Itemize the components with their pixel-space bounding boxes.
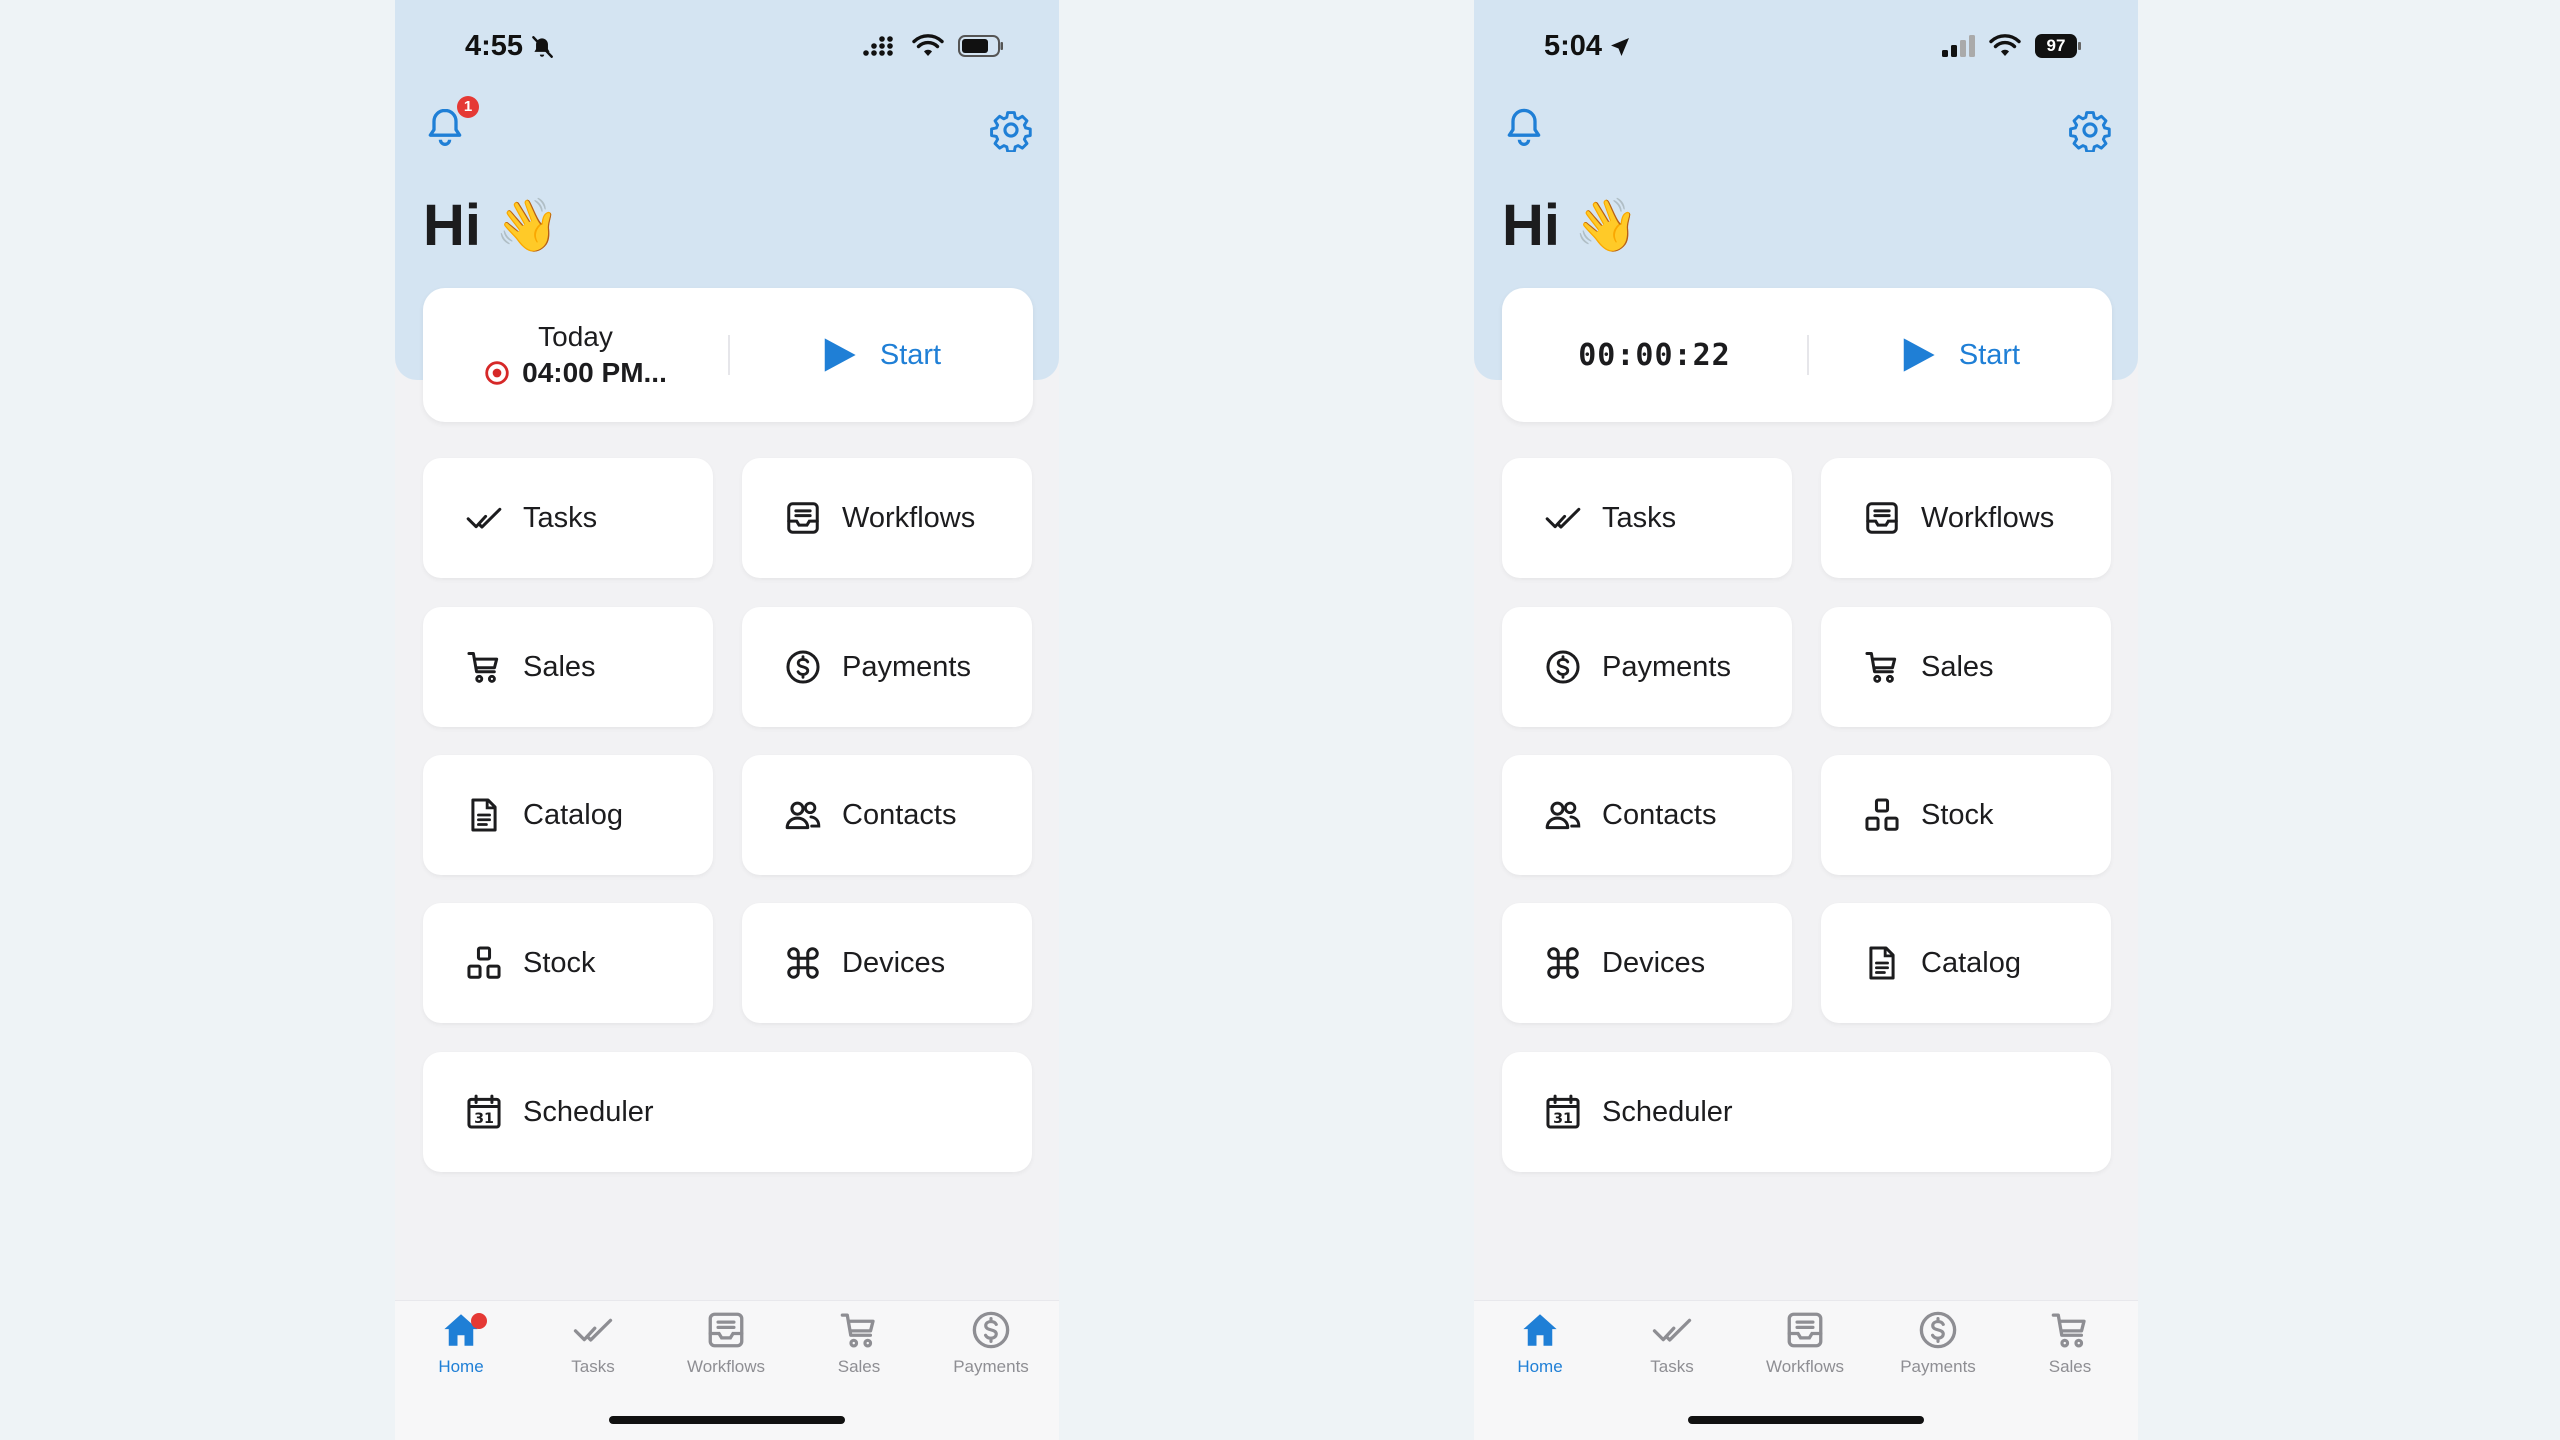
tile-scheduler[interactable]: Scheduler xyxy=(423,1052,1032,1172)
dollar-icon xyxy=(784,648,822,686)
wifi-icon xyxy=(1989,34,2021,56)
cellular-signal-icon xyxy=(863,36,893,56)
silent-bell-icon xyxy=(532,35,553,58)
settings-button[interactable] xyxy=(2068,108,2112,152)
notifications-button[interactable]: 1 xyxy=(423,96,479,150)
inbox-icon xyxy=(1863,499,1901,537)
battery-percentage: 97 xyxy=(2046,36,2066,55)
tile-catalog[interactable]: Catalog xyxy=(1821,903,2111,1023)
home-alert-dot xyxy=(471,1313,487,1329)
document-icon xyxy=(465,796,503,834)
command-icon xyxy=(784,944,822,982)
today-label: Today xyxy=(538,321,613,352)
timer-card: Today 04:00 PM... Start xyxy=(423,288,1033,422)
tile-payments[interactable]: Payments xyxy=(742,607,1032,727)
tile-catalog[interactable]: Catalog xyxy=(423,755,713,875)
waving-hand-emoji: 👋 xyxy=(1574,197,1639,255)
tab-workflows[interactable]: Workflows xyxy=(660,1309,792,1399)
play-icon xyxy=(1903,338,1935,372)
notification-badge: 1 xyxy=(457,96,479,118)
tab-sales[interactable]: Sales xyxy=(793,1309,925,1399)
cart-icon xyxy=(465,648,503,686)
calendar-icon xyxy=(465,1093,503,1131)
users-icon xyxy=(784,796,822,834)
check-icon xyxy=(1544,499,1582,537)
tile-workflows[interactable]: Workflows xyxy=(1821,458,2111,578)
tile-contacts[interactable]: Contacts xyxy=(1502,755,1792,875)
tile-sales[interactable]: Sales xyxy=(423,607,713,727)
tile-workflows[interactable]: Workflows xyxy=(742,458,1032,578)
check-icon xyxy=(572,1309,614,1351)
home-icon xyxy=(1519,1309,1561,1351)
cart-icon xyxy=(1863,648,1901,686)
inbox-icon xyxy=(1784,1309,1826,1351)
tab-tasks[interactable]: Tasks xyxy=(527,1309,659,1399)
play-icon xyxy=(824,338,856,372)
dollar-icon xyxy=(1544,648,1582,686)
dollar-icon xyxy=(1917,1309,1959,1351)
status-icons xyxy=(862,34,1004,58)
wifi-icon xyxy=(912,34,944,56)
right-phone-screen: 5:04 97 Hi 👋 00:00:22 Start Tasks Workfl… xyxy=(1474,0,2138,1440)
tab-tasks[interactable]: Tasks xyxy=(1606,1309,1738,1399)
gear-icon xyxy=(2068,108,2112,152)
inbox-icon xyxy=(705,1309,747,1351)
cart-icon xyxy=(838,1309,880,1351)
tile-devices[interactable]: Devices xyxy=(742,903,1032,1023)
tab-home[interactable]: Home xyxy=(395,1309,527,1399)
status-bar: 4:55 xyxy=(395,0,1059,100)
battery-icon xyxy=(958,35,1003,57)
cellular-signal-icon xyxy=(1942,35,1975,57)
tab-home[interactable]: Home xyxy=(1474,1309,1606,1399)
cart-icon xyxy=(2049,1309,2091,1351)
scheduled-time: 04:00 PM... xyxy=(484,357,667,389)
timer-card: 00:00:22 Start xyxy=(1502,288,2112,422)
status-bar: 5:04 97 xyxy=(1474,0,2138,100)
notifications-button[interactable] xyxy=(1502,102,1546,150)
tile-scheduler[interactable]: Scheduler xyxy=(1502,1052,2111,1172)
status-time: 5:04 xyxy=(1544,30,1632,63)
left-phone-screen: 4:55 1 Hi 👋 Today 04:00 PM... Start Task… xyxy=(395,0,1059,1440)
start-button[interactable]: Start xyxy=(1807,288,2112,422)
elapsed-time: 00:00:22 xyxy=(1578,337,1731,373)
gear-icon xyxy=(989,108,1033,152)
location-arrow-icon xyxy=(1611,37,1630,56)
tile-tasks[interactable]: Tasks xyxy=(1502,458,1792,578)
document-icon xyxy=(1863,944,1901,982)
tab-workflows[interactable]: Workflows xyxy=(1739,1309,1871,1399)
tile-payments[interactable]: Payments xyxy=(1502,607,1792,727)
tab-sales[interactable]: Sales xyxy=(2004,1309,2136,1399)
greeting-title: Hi 👋 xyxy=(1502,193,1639,258)
settings-button[interactable] xyxy=(989,108,1033,152)
tile-stock[interactable]: Stock xyxy=(423,903,713,1023)
home-indicator[interactable] xyxy=(609,1416,845,1424)
status-icons: 97 xyxy=(1941,34,2083,58)
waving-hand-emoji: 👋 xyxy=(495,197,560,255)
status-time: 4:55 xyxy=(465,30,555,63)
check-icon xyxy=(465,499,503,537)
target-icon xyxy=(485,361,509,385)
stock-icon xyxy=(1863,796,1901,834)
tile-contacts[interactable]: Contacts xyxy=(742,755,1032,875)
tab-payments[interactable]: Payments xyxy=(925,1309,1057,1399)
bell-icon xyxy=(1502,102,1546,150)
tab-payments[interactable]: Payments xyxy=(1872,1309,2004,1399)
dollar-icon xyxy=(970,1309,1012,1351)
tile-devices[interactable]: Devices xyxy=(1502,903,1792,1023)
start-button[interactable]: Start xyxy=(728,288,1033,422)
tile-tasks[interactable]: Tasks xyxy=(423,458,713,578)
inbox-icon xyxy=(784,499,822,537)
home-indicator[interactable] xyxy=(1688,1416,1924,1424)
elapsed-timer: 00:00:22 xyxy=(1502,288,1807,422)
users-icon xyxy=(1544,796,1582,834)
greeting-title: Hi 👋 xyxy=(423,193,560,258)
command-icon xyxy=(1544,944,1582,982)
tile-stock[interactable]: Stock xyxy=(1821,755,2111,875)
calendar-icon xyxy=(1544,1093,1582,1131)
schedule-summary[interactable]: Today 04:00 PM... xyxy=(423,288,728,422)
stock-icon xyxy=(465,944,503,982)
check-icon xyxy=(1651,1309,1693,1351)
battery-icon: 97 xyxy=(2035,34,2083,58)
tile-sales[interactable]: Sales xyxy=(1821,607,2111,727)
